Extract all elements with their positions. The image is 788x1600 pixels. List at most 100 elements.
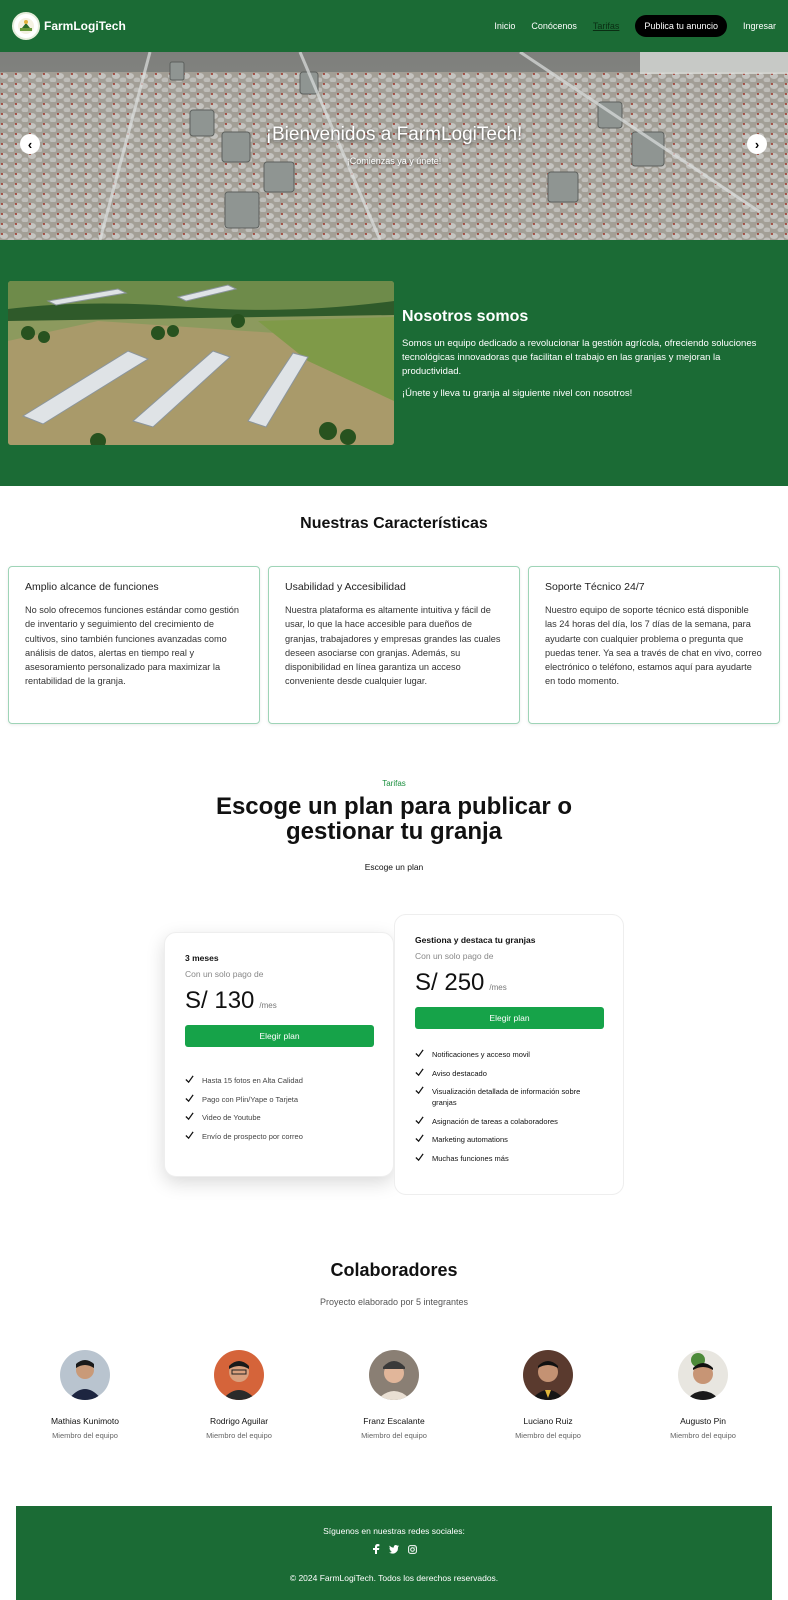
nav-link-tarifas[interactable]: Tarifas: [593, 21, 620, 31]
feature-title: Usabilidad y Accesibilidad: [285, 581, 406, 593]
pricing-subtitle: Escoge un plan: [364, 862, 424, 872]
feature-card-functions: Amplio alcance de funciones No solo ofre…: [8, 566, 260, 724]
plan-feature-text: Muchas funciones más: [432, 1153, 509, 1163]
copyright: © 2024 FarmLogiTech. Todos los derechos …: [289, 1573, 499, 1583]
member-role: Miembro del equipo: [515, 1431, 581, 1440]
member-name: Luciano Ruiz: [523, 1416, 573, 1426]
plan-price-amount: S/ 250: [415, 969, 485, 996]
plan-feature-text: Pago con Plin/Yape o Tarjeta: [202, 1094, 299, 1104]
nav-link-inicio[interactable]: Inicio: [494, 21, 515, 31]
plan-feature-text: Envío de prospecto por correo: [202, 1131, 303, 1141]
hero-image: [0, 52, 788, 240]
pricing-label: Tarifas: [382, 779, 406, 788]
feature-text: Nuestro equipo de soporte técnico está d…: [545, 605, 762, 687]
plan-feature-item: Visualización detallada de información s…: [415, 1086, 603, 1108]
check-icon: [415, 1049, 424, 1058]
check-icon: [185, 1131, 194, 1139]
footer: Síguenos en nuestras redes sociales: © 2…: [16, 1506, 772, 1600]
instagram-icon[interactable]: [407, 1544, 417, 1554]
plan-feature-text: Asignación de tareas a colaboradores: [432, 1116, 558, 1126]
feature-text: Nuestra plataforma es altamente intuitiv…: [285, 605, 501, 687]
avatar: [214, 1350, 264, 1400]
hero-subtitle: ¡Comienzas ya y únete!: [346, 156, 442, 166]
plan-feature-list: Hasta 15 fotos en Alta Calidad Pago con …: [185, 1075, 373, 1142]
check-icon: [415, 1068, 424, 1076]
plan-price-amount: S/ 130: [185, 987, 255, 1014]
member-role: Miembro del equipo: [206, 1431, 272, 1440]
choose-plan-button[interactable]: Elegir plan: [185, 1025, 374, 1047]
choose-plan-button[interactable]: Elegir plan: [415, 1007, 604, 1029]
check-icon: [185, 1094, 194, 1102]
features-title: Nuestras Características: [300, 515, 488, 532]
team-member: Franz Escalante Miembro del equipo: [334, 1350, 454, 1440]
about-call-to-action: ¡Únete y lleva tu granja al siguiente ni…: [402, 388, 633, 399]
plan-feature-item: Pago con Plin/Yape o Tarjeta: [185, 1094, 373, 1105]
plan-price-period: /mes: [259, 1001, 277, 1010]
chevron-right-icon: ›: [754, 136, 760, 152]
plan-feature-text: Notificaciones y acceso movil: [432, 1050, 530, 1059]
logo-icon: [12, 12, 40, 40]
plan-feature-text: Visualización detallada de información s…: [432, 1087, 581, 1107]
plan-price: S/ 250 /mes: [415, 969, 603, 997]
feature-card-support: Soporte Técnico 24/7 Nuestro equipo de s…: [528, 566, 780, 724]
plan-price-period: /mes: [489, 983, 507, 992]
member-role: Miembro del equipo: [52, 1431, 118, 1440]
navbar: FarmLogiTech Inicio Conócenos Tarifas Pu…: [0, 0, 788, 52]
publish-ad-button[interactable]: Publica tu anuncio: [635, 15, 727, 37]
pricing-title: Escoge un plan para publicar o gestionar…: [215, 793, 573, 845]
plan-feature-text: Marketing automations: [432, 1135, 508, 1144]
plan-feature-text: Hasta 15 fotos en Alta Calidad: [202, 1076, 303, 1085]
twitter-icon[interactable]: [389, 1544, 399, 1554]
member-name: Mathias Kunimoto: [50, 1416, 120, 1426]
login-link[interactable]: Ingresar: [743, 21, 776, 31]
plan-note: Con un solo pago de: [185, 969, 264, 979]
plan-feature-list: Notificaciones y acceso movil Aviso dest…: [415, 1049, 603, 1164]
member-name: Rodrigo Aguilar: [209, 1416, 269, 1426]
check-icon: [185, 1075, 194, 1084]
about-title: Nosotros somos: [402, 308, 529, 325]
team-member: Mathias Kunimoto Miembro del equipo: [25, 1350, 145, 1440]
avatar: [678, 1350, 728, 1400]
plan-feature-item: Notificaciones y acceso movil: [415, 1049, 603, 1060]
feature-card-usability: Usabilidad y Accesibilidad Nuestra plata…: [268, 566, 520, 724]
check-icon: [185, 1112, 194, 1121]
plan-price: S/ 130 /mes: [185, 987, 373, 1015]
about-image: [8, 281, 394, 445]
carousel-prev-button[interactable]: ‹: [20, 134, 40, 154]
member-name: Franz Escalante: [363, 1416, 425, 1426]
brand-name: FarmLogiTech: [44, 19, 126, 33]
team-subtitle: Proyecto elaborado por 5 integrantes: [319, 1297, 469, 1307]
hero-title: ¡Bienvenidos a FarmLogiTech!: [265, 124, 523, 145]
team-member: Augusto Pin Miembro del equipo: [643, 1350, 763, 1440]
plan-feature-item: Muchas funciones más: [415, 1153, 603, 1164]
plan-feature-item: Aviso destacado: [415, 1068, 603, 1079]
plan-card-manage-highlight: Gestiona y destaca tu granjas Con un sol…: [394, 914, 624, 1195]
carousel-next-button[interactable]: ›: [747, 134, 767, 154]
check-icon: [415, 1116, 424, 1124]
team-title: Colaboradores: [330, 1260, 458, 1280]
plan-feature-item: Envío de prospecto por correo: [185, 1131, 373, 1142]
plan-feature-text: Video de Youtube: [202, 1113, 261, 1122]
member-role: Miembro del equipo: [361, 1431, 427, 1440]
about-section: Nosotros somos Somos un equipo dedicado …: [0, 240, 788, 486]
facebook-icon[interactable]: [371, 1544, 381, 1554]
plan-feature-item: Video de Youtube: [185, 1112, 373, 1123]
team-member: Luciano Ruiz Miembro del equipo: [488, 1350, 608, 1440]
check-icon: [415, 1086, 424, 1095]
plan-feature-item: Asignación de tareas a colaboradores: [415, 1116, 603, 1127]
member-role: Miembro del equipo: [670, 1431, 736, 1440]
hero-carousel: ¡Bienvenidos a FarmLogiTech! ¡Comienzas …: [0, 52, 788, 240]
plan-feature-item: Marketing automations: [415, 1134, 603, 1145]
avatar: [369, 1350, 419, 1400]
check-icon: [415, 1134, 424, 1143]
avatar: [60, 1350, 110, 1400]
plan-note: Con un solo pago de: [415, 951, 494, 961]
plan-name: Gestiona y destaca tu granjas: [415, 935, 536, 945]
about-paragraph: Somos un equipo dedicado a revolucionar …: [402, 338, 757, 377]
nav-link-conocenos[interactable]: Conócenos: [531, 21, 577, 31]
brand[interactable]: FarmLogiTech: [12, 12, 126, 40]
social-icons: [16, 1544, 772, 1554]
social-label: Síguenos en nuestras redes sociales:: [323, 1526, 465, 1536]
plan-feature-item: Hasta 15 fotos en Alta Calidad: [185, 1075, 373, 1086]
plan-card-3-months: 3 meses Con un solo pago de S/ 130 /mes …: [164, 932, 394, 1177]
